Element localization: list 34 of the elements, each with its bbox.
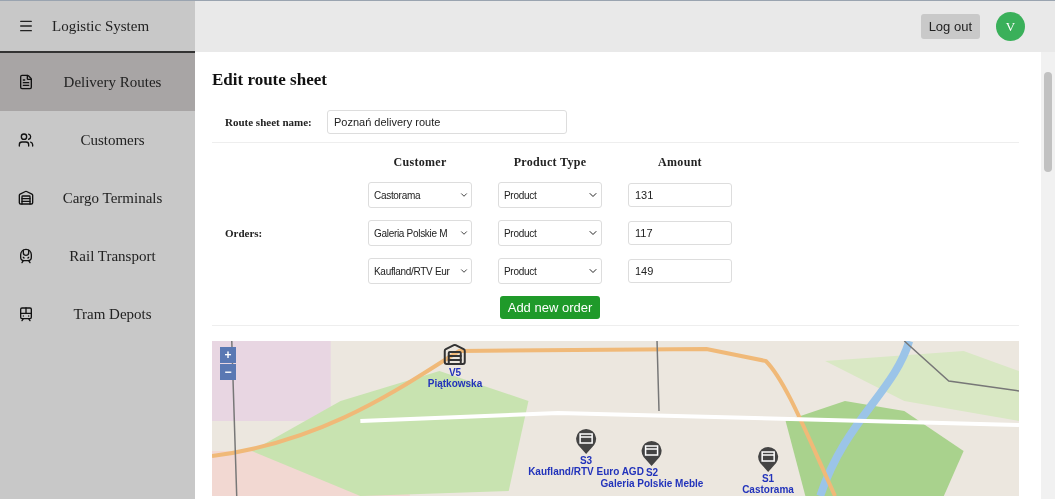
sidebar-item[interactable]: Tram Depots xyxy=(0,285,195,343)
amount-field[interactable]: 131 xyxy=(628,183,732,207)
add-order-button[interactable]: Add new order xyxy=(499,296,601,319)
page-title: Edit route sheet xyxy=(212,70,328,90)
customer-select[interactable]: Galeria Polskie M xyxy=(368,220,472,246)
zoom-in-button[interactable]: + xyxy=(220,347,236,363)
marker-label: Galeria Polskie Meble xyxy=(600,478,704,489)
amount-field[interactable]: 117 xyxy=(628,221,732,245)
amount-field[interactable]: 149 xyxy=(628,259,732,283)
customer-select[interactable]: Kaufland/RTV Eur xyxy=(368,258,472,284)
sidebar-item[interactable]: Customers xyxy=(0,111,195,169)
column-heading: Product Type xyxy=(512,155,588,170)
marker-code: S2 xyxy=(645,467,659,478)
sidebar-item[interactable]: Rail Transport xyxy=(0,227,195,285)
marker-label: Piątkowska xyxy=(427,378,483,389)
marker-code: S3 xyxy=(579,455,593,466)
logout-button[interactable]: Log out xyxy=(920,14,980,39)
field-label: Route sheet name: xyxy=(225,116,313,128)
marker-label: Castorama xyxy=(742,484,794,495)
product-type-select[interactable]: Product xyxy=(498,182,602,208)
marker-code: V5 xyxy=(448,367,462,378)
zoom-out-button[interactable]: − xyxy=(220,364,236,380)
product-type-select[interactable]: Product xyxy=(498,258,602,284)
sidebar-item[interactable]: Cargo Terminals xyxy=(0,169,195,227)
column-heading: Amount xyxy=(657,155,703,170)
customer-select[interactable]: Castorama xyxy=(368,182,472,208)
column-heading: Customer xyxy=(392,155,448,170)
marker-code: S1 xyxy=(761,473,775,484)
product-type-select[interactable]: Product xyxy=(498,220,602,246)
field-label: Orders: xyxy=(225,227,264,239)
route-name-field[interactable]: Poznań delivery route xyxy=(327,110,567,134)
sidebar-item[interactable]: Delivery Routes xyxy=(0,53,195,111)
app-title: Logistic System xyxy=(52,17,150,35)
marker-label: Kaufland/RTV Euro AGD xyxy=(528,466,644,477)
